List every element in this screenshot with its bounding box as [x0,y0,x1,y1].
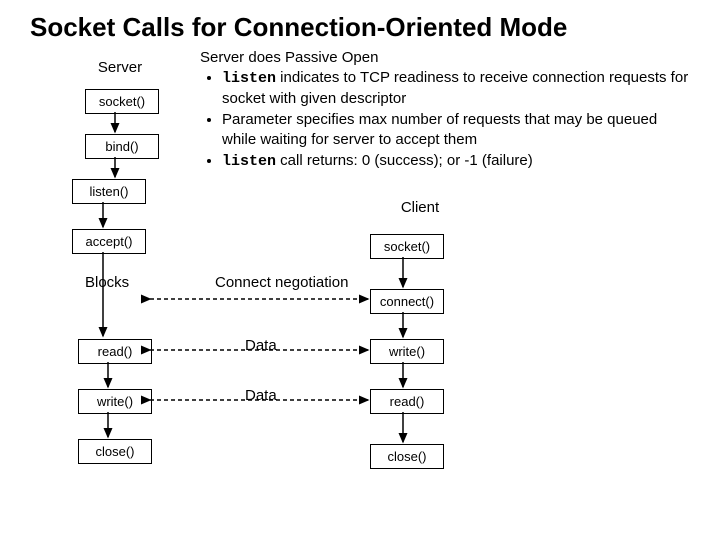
server-box-close: close() [78,439,152,464]
client-heading: Client [380,199,460,216]
bullet-0: listen indicates to TCP readiness to rec… [222,68,690,108]
slide-title: Socket Calls for Connection-Oriented Mod… [0,0,720,49]
server-box-write: write() [78,389,152,414]
server-box-accept: accept() [72,229,146,254]
diagram-area: Server socket() bind() listen() accept()… [0,49,720,509]
server-box-socket: socket() [85,89,159,114]
connect-negotiation-label: Connect negotiation [215,274,348,291]
client-box-close: close() [370,444,444,469]
description-heading: Server does Passive Open [200,49,690,66]
data2-label: Data [245,387,277,404]
description-list: listen indicates to TCP readiness to rec… [200,68,690,172]
blocks-label: Blocks [85,274,129,291]
server-box-read: read() [78,339,152,364]
description-block: Server does Passive Open listen indicate… [200,49,690,174]
data1-label: Data [245,337,277,354]
server-heading: Server [80,59,160,76]
server-box-bind: bind() [85,134,159,159]
client-box-connect: connect() [370,289,444,314]
client-box-read: read() [370,389,444,414]
bullet-2: listen call returns: 0 (success); or -1 … [222,151,690,172]
bullet-1: Parameter specifies max number of reques… [222,110,690,149]
client-box-write: write() [370,339,444,364]
server-box-listen: listen() [72,179,146,204]
client-box-socket: socket() [370,234,444,259]
